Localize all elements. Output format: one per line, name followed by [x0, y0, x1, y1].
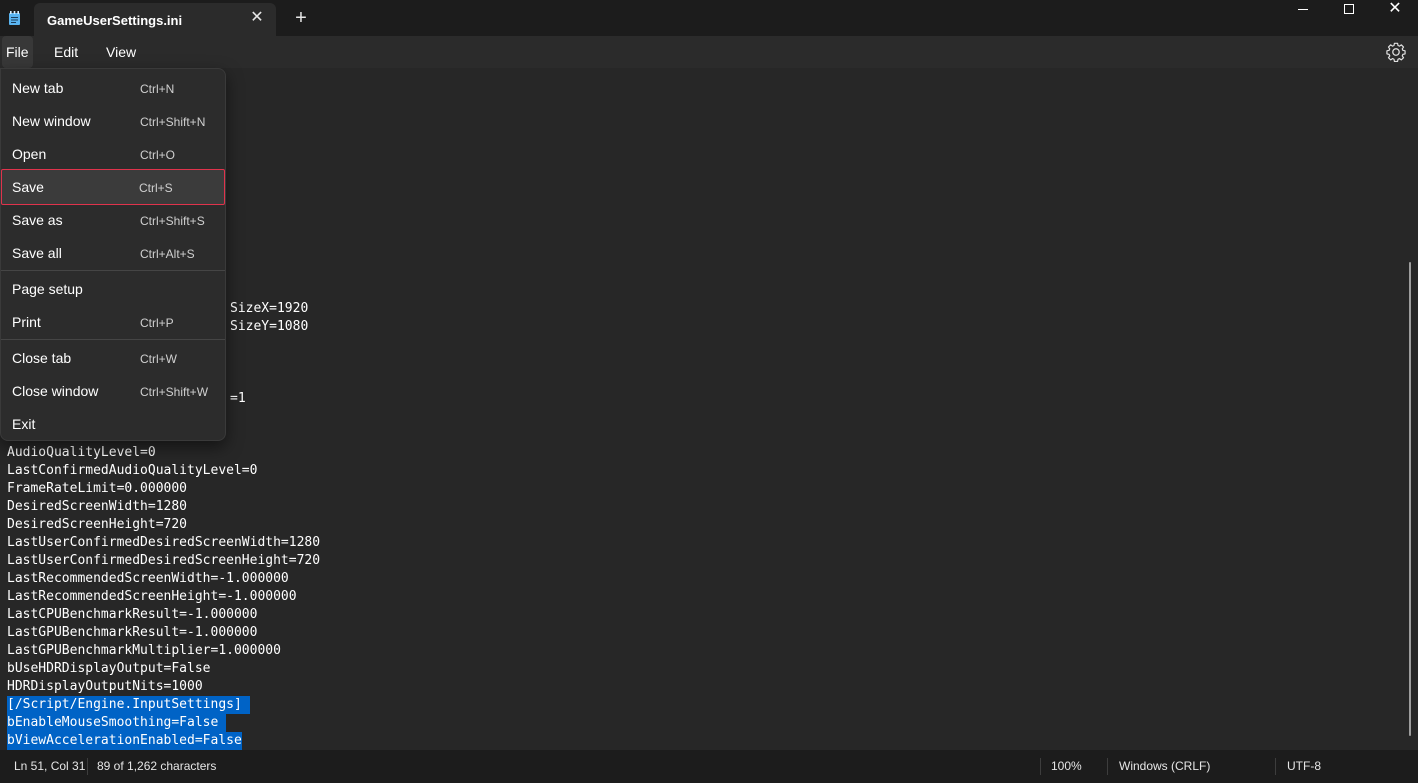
menu-item-label: Save all: [12, 245, 62, 261]
editor-line-selected: [/Script/Engine.InputSettings]: [7, 696, 250, 714]
close-window-button[interactable]: ✕: [1372, 0, 1418, 20]
menu-item-shortcut: Ctrl+P: [140, 316, 174, 330]
menu-item-label: Save as: [12, 212, 63, 228]
encoding[interactable]: UTF-8: [1287, 750, 1321, 783]
menu-item-shortcut: Ctrl+Shift+W: [140, 385, 209, 399]
vertical-scrollbar[interactable]: [1409, 262, 1411, 736]
status-separator: [87, 758, 88, 775]
file-menu-item-print[interactable]: Print Ctrl+P: [2, 306, 224, 338]
editor-line: HDRDisplayOutputNits=1000: [7, 679, 203, 694]
status-separator: [1040, 758, 1041, 775]
menu-item-shortcut: Ctrl+Shift+N: [140, 115, 206, 129]
minimize-button[interactable]: [1281, 0, 1327, 20]
file-menu-item-open[interactable]: Open Ctrl+O: [2, 138, 224, 170]
file-menu-dropdown: New tab Ctrl+N New window Ctrl+Shift+N O…: [0, 68, 226, 441]
maximize-icon: [1344, 4, 1354, 14]
menu-item-label: Close tab: [12, 350, 72, 366]
selection-info: 89 of 1,262 characters: [97, 759, 217, 773]
editor-line: DesiredScreenHeight=720: [7, 517, 188, 532]
editor-line: LastRecommendedScreenHeight=-1.000000: [7, 589, 297, 604]
cursor-position: Ln 51, Col 31: [14, 759, 86, 773]
menu-item-label: Print: [12, 314, 41, 330]
file-menu-item-close-window[interactable]: Close window Ctrl+Shift+W: [2, 375, 224, 407]
menu-item-shortcut: Ctrl+Shift+S: [140, 214, 205, 228]
file-menu-item-new-tab[interactable]: New tab Ctrl+N: [2, 72, 224, 104]
editor-line: AudioQualityLevel=0: [7, 445, 156, 460]
menu-item-label: New window: [12, 113, 91, 129]
menu-item-label: Save: [12, 179, 44, 195]
editor-line-selected: bEnableMouseSmoothing=False: [7, 714, 227, 732]
editor-line: LastCPUBenchmarkResult=-1.000000: [7, 607, 258, 622]
menu-separator: [1, 270, 225, 271]
zoom-level[interactable]: 100%: [1051, 750, 1082, 783]
menu-separator: [1, 339, 225, 340]
file-menu-item-close-tab[interactable]: Close tab Ctrl+W: [2, 342, 224, 374]
file-menu-item-save[interactable]: Save Ctrl+S: [1, 169, 225, 205]
menu-item-label: Exit: [12, 416, 36, 432]
menu-item-shortcut: Ctrl+W: [140, 352, 177, 366]
menu-item-shortcut: Ctrl+N: [140, 82, 175, 96]
menu-edit[interactable]: Edit: [50, 36, 82, 68]
minimize-icon: [1298, 9, 1308, 10]
editor-line: LastGPUBenchmarkMultiplier=1.000000: [7, 643, 281, 658]
menu-item-shortcut: Ctrl+O: [140, 148, 176, 162]
close-icon: ✕: [1388, 0, 1402, 17]
menu-item-label: Close window: [12, 383, 99, 399]
menu-item-shortcut: Ctrl+Alt+S: [140, 247, 195, 261]
editor-line: DesiredScreenWidth=1280: [7, 499, 188, 514]
editor-line: FrameRateLimit=0.000000: [7, 481, 188, 496]
status-separator: [1275, 758, 1276, 775]
menu-view[interactable]: View: [102, 36, 140, 68]
editor-line-fragment: SizeY=1080: [230, 319, 309, 334]
editor-line-selected: bViewAccelerationEnabled=False: [7, 732, 242, 750]
editor-line: LastUserConfirmedDesiredScreenHeight=720: [7, 553, 321, 568]
menu-item-shortcut: Ctrl+S: [139, 181, 173, 195]
document-tab[interactable]: GameUserSettings.ini ✕: [34, 3, 276, 36]
tab-close-icon[interactable]: ✕: [247, 9, 267, 29]
menu-bar: File Edit View: [0, 36, 1418, 68]
maximize-button[interactable]: [1327, 0, 1373, 20]
editor-line: LastUserConfirmedDesiredScreenWidth=1280: [7, 535, 321, 550]
tab-title: GameUserSettings.ini: [47, 13, 183, 28]
editor-line-fragment: SizeX=1920: [230, 301, 309, 316]
status-separator: [1107, 758, 1108, 775]
editor-line-fragment: =1: [230, 391, 246, 406]
menu-item-label: New tab: [12, 80, 64, 96]
new-tab-button[interactable]: +: [289, 6, 313, 30]
editor-line: LastRecommendedScreenWidth=-1.000000: [7, 571, 289, 586]
editor-line: bUseHDRDisplayOutput=False: [7, 661, 211, 676]
title-bar: GameUserSettings.ini ✕ + ✕: [0, 0, 1418, 36]
editor-line: LastConfirmedAudioQualityLevel=0: [7, 463, 258, 478]
file-menu-item-page-setup[interactable]: Page setup: [2, 273, 224, 305]
file-menu-item-exit[interactable]: Exit: [2, 408, 224, 440]
file-menu-item-save-as[interactable]: Save as Ctrl+Shift+S: [2, 204, 224, 236]
file-menu-item-save-all[interactable]: Save all Ctrl+Alt+S: [2, 237, 224, 269]
file-menu-item-new-window[interactable]: New window Ctrl+Shift+N: [2, 105, 224, 137]
line-ending[interactable]: Windows (CRLF): [1119, 750, 1210, 783]
editor-line: LastGPUBenchmarkResult=-1.000000: [7, 625, 258, 640]
menu-file[interactable]: File: [2, 36, 33, 68]
status-bar: Ln 51, Col 31 89 of 1,262 characters 100…: [0, 750, 1418, 783]
notepad-icon: [9, 11, 20, 25]
menu-item-label: Page setup: [12, 281, 83, 297]
menu-item-label: Open: [12, 146, 47, 162]
gear-icon[interactable]: [1385, 41, 1407, 63]
